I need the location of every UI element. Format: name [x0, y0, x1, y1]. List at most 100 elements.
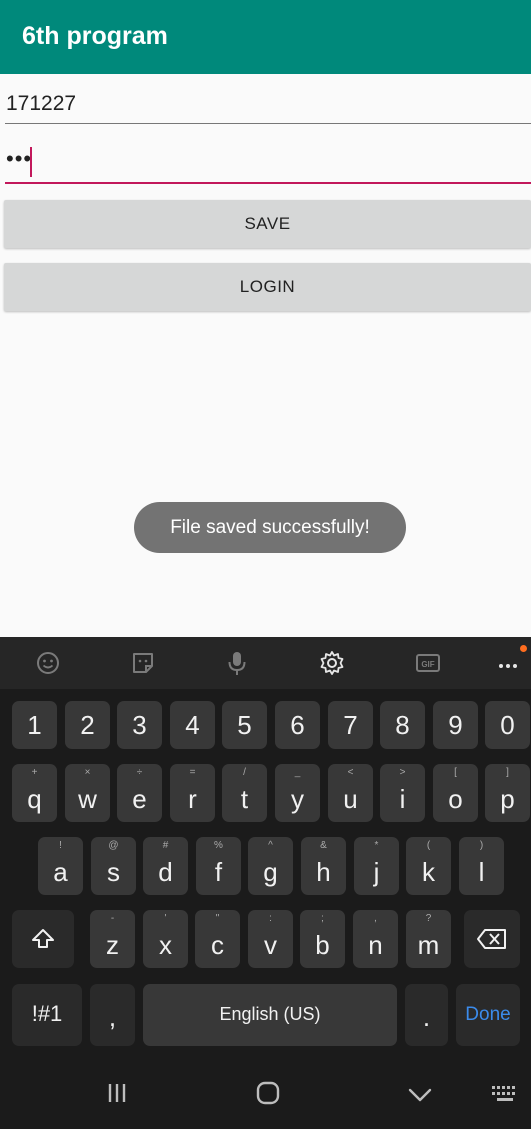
- key-6[interactable]: 6: [275, 701, 320, 749]
- key-t-label: t: [240, 784, 249, 814]
- key-y-label: y: [291, 784, 304, 814]
- password-underline: [5, 182, 531, 184]
- key-g[interactable]: ^ g: [248, 837, 293, 895]
- home-icon[interactable]: [255, 1080, 281, 1106]
- key-s-alt-label: @: [108, 840, 119, 851]
- recent-apps-icon[interactable]: [106, 1082, 128, 1104]
- key-4[interactable]: 4: [170, 701, 215, 749]
- key-z-label: z: [106, 930, 119, 960]
- key-d[interactable]: # d: [143, 837, 188, 895]
- key-q-alt-label: +: [31, 767, 38, 778]
- key-m[interactable]: ? m: [406, 910, 451, 968]
- key-3[interactable]: 3: [117, 701, 162, 749]
- key-w-alt-label: ×: [84, 767, 91, 778]
- key-9[interactable]: 9: [433, 701, 478, 749]
- key-8-label: 8: [395, 710, 410, 740]
- key-t-alt-label: /: [243, 767, 246, 778]
- key-j-alt-label: *: [374, 840, 379, 851]
- key-e[interactable]: ÷ e: [117, 764, 162, 822]
- space-key[interactable]: English (US): [143, 984, 397, 1046]
- key-5[interactable]: 5: [222, 701, 267, 749]
- key-b[interactable]: ; b: [300, 910, 345, 968]
- key-v-label: v: [264, 930, 277, 960]
- key-q[interactable]: + q: [12, 764, 57, 822]
- key-u-label: u: [343, 784, 358, 814]
- key-n[interactable]: ,n: [353, 910, 398, 968]
- key-2[interactable]: 2: [65, 701, 110, 749]
- shift-key[interactable]: [12, 910, 74, 968]
- key-7[interactable]: 7: [328, 701, 373, 749]
- key-3-label: 3: [132, 710, 147, 740]
- key-o-label: o: [448, 784, 463, 814]
- period-key[interactable]: .: [405, 984, 448, 1046]
- keyboard-hide-icon[interactable]: [490, 1084, 520, 1104]
- back-chevron-down-icon[interactable]: [407, 1087, 433, 1103]
- key-p[interactable]: ] p: [485, 764, 530, 822]
- key-p-label: p: [500, 784, 515, 814]
- key-o[interactable]: [o: [433, 764, 478, 822]
- key-i[interactable]: > i: [380, 764, 425, 822]
- key-x[interactable]: ' x: [143, 910, 188, 968]
- key-w-label: w: [78, 784, 97, 814]
- key-1[interactable]: 1: [12, 701, 57, 749]
- key-c[interactable]: " c: [195, 910, 240, 968]
- key-t[interactable]: / t: [222, 764, 267, 822]
- save-button[interactable]: SAVE: [4, 200, 531, 248]
- symbols-key[interactable]: !#1: [12, 984, 82, 1046]
- key-r-alt-label: =: [189, 767, 196, 778]
- period-key-label: .: [422, 1002, 431, 1032]
- key-8[interactable]: 8: [380, 701, 425, 749]
- key-l[interactable]: ) l: [459, 837, 504, 895]
- gif-icon[interactable]: GIF: [414, 649, 442, 677]
- key-z[interactable]: -z: [90, 910, 135, 968]
- key-v[interactable]: :v: [248, 910, 293, 968]
- key-o-alt-label: [: [454, 767, 457, 778]
- username-field[interactable]: 171227: [5, 88, 531, 124]
- key-h[interactable]: & h: [301, 837, 346, 895]
- key-0[interactable]: 0: [485, 701, 530, 749]
- key-r[interactable]: = r: [170, 764, 215, 822]
- backspace-key[interactable]: [464, 910, 520, 968]
- key-k[interactable]: (k: [406, 837, 451, 895]
- key-s[interactable]: @ s: [91, 837, 136, 895]
- key-a-label: a: [53, 857, 68, 887]
- key-5-label: 5: [237, 710, 252, 740]
- key-i-alt-label: >: [399, 767, 406, 778]
- key-x-label: x: [159, 930, 172, 960]
- key-w[interactable]: × w: [65, 764, 110, 822]
- key-b-label: b: [315, 930, 330, 960]
- microphone-icon[interactable]: [223, 649, 251, 677]
- key-n-label: n: [368, 930, 383, 960]
- key-j-label: j: [373, 857, 380, 887]
- done-key[interactable]: Done: [456, 984, 520, 1046]
- key-u[interactable]: < u: [328, 764, 373, 822]
- password-value: •••: [6, 146, 33, 171]
- key-7-label: 7: [343, 710, 358, 740]
- key-f[interactable]: % f: [196, 837, 241, 895]
- notification-dot: [520, 645, 527, 652]
- key-g-label: g: [263, 857, 278, 887]
- key-n-alt-label: ,: [374, 913, 377, 924]
- key-k-label: k: [422, 857, 435, 887]
- space-key-label: English (US): [219, 1004, 321, 1024]
- comma-key[interactable]: ,: [90, 984, 135, 1046]
- key-6-label: 6: [290, 710, 305, 740]
- emoji-icon[interactable]: [34, 649, 62, 677]
- key-b-alt-label: ;: [321, 913, 324, 924]
- key-y-alt-label: _: [294, 767, 301, 778]
- key-h-alt-label: &: [320, 840, 327, 851]
- login-button[interactable]: LOGIN: [4, 263, 531, 311]
- key-y[interactable]: _ y: [275, 764, 320, 822]
- key-p-alt-label: ]: [506, 767, 509, 778]
- password-field[interactable]: •••: [5, 144, 531, 184]
- more-icon[interactable]: [495, 645, 527, 677]
- soft-keyboard: GIF 1 2 3 4 5 6 7 8 9 0 + q × w ÷ e = r / t _ y < u > i[o] p! a @ s # d…: [0, 637, 531, 1054]
- key-g-alt-label: ^: [268, 840, 273, 851]
- key-m-label: m: [417, 930, 440, 960]
- app-title: 6th program: [22, 22, 168, 50]
- gear-icon[interactable]: [318, 649, 346, 677]
- sticker-icon[interactable]: [129, 649, 157, 677]
- key-j[interactable]: * j: [354, 837, 399, 895]
- key-u-alt-label: <: [347, 767, 354, 778]
- key-a[interactable]: ! a: [38, 837, 83, 895]
